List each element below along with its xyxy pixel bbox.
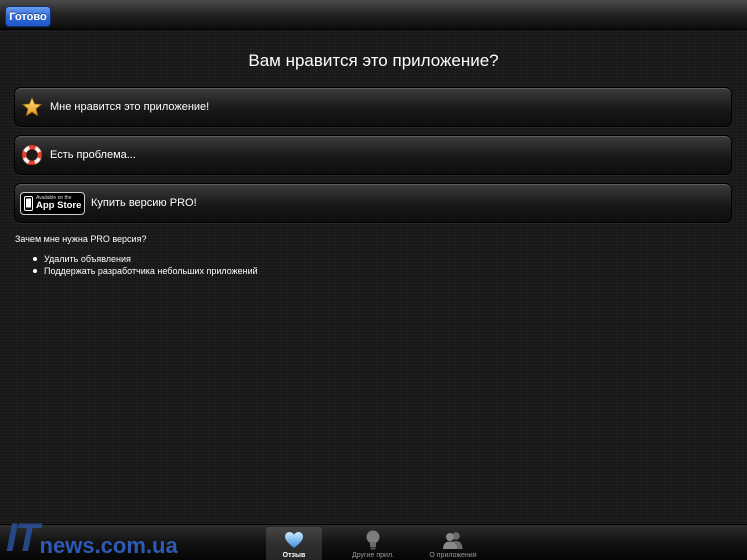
tab-about[interactable]: О приложении xyxy=(425,527,481,560)
star-icon xyxy=(21,96,43,118)
heart-icon xyxy=(283,529,305,551)
like-app-button[interactable]: Мне нравится это приложение! xyxy=(14,87,732,127)
lightbulb-icon xyxy=(362,529,384,551)
watermark-prefix: IT xyxy=(6,516,40,560)
iphone-icon xyxy=(24,195,33,211)
list-item: Поддержать разработчика небольших прилож… xyxy=(33,266,258,278)
report-problem-button[interactable]: Есть проблема... xyxy=(14,135,732,175)
watermark-text: news.com.ua xyxy=(39,533,178,558)
tab-feedback-label: Отзыв xyxy=(282,552,306,559)
tab-feedback[interactable]: Отзыв xyxy=(266,527,322,560)
pro-question: Зачем мне нужна PRO версия? xyxy=(15,234,147,244)
done-button[interactable]: Готово xyxy=(5,6,51,27)
tab-other-apps[interactable]: Другие прил. xyxy=(345,527,401,560)
list-item: Удалить объявления xyxy=(33,254,258,266)
report-problem-label: Есть проблема... xyxy=(50,149,136,161)
lifebuoy-icon xyxy=(21,144,43,166)
badge-big-text: App Store xyxy=(36,199,82,211)
pro-benefits-list: Удалить объявления Поддержать разработчи… xyxy=(33,254,258,277)
like-app-label: Мне нравится это приложение! xyxy=(50,101,210,113)
people-icon xyxy=(442,529,464,551)
tab-about-label: О приложении xyxy=(429,552,477,559)
top-toolbar: Готово xyxy=(0,0,747,30)
tab-other-apps-label: Другие прил. xyxy=(352,552,394,559)
page-title: Вам нравится это приложение? xyxy=(248,51,499,70)
buy-pro-label: Купить версию PRO! xyxy=(91,197,197,209)
app-store-badge: Available on the App Store xyxy=(20,191,85,215)
site-watermark: IT news.com.ua xyxy=(6,514,178,558)
buy-pro-button[interactable]: Available on the App Store Купить версию… xyxy=(14,183,732,223)
